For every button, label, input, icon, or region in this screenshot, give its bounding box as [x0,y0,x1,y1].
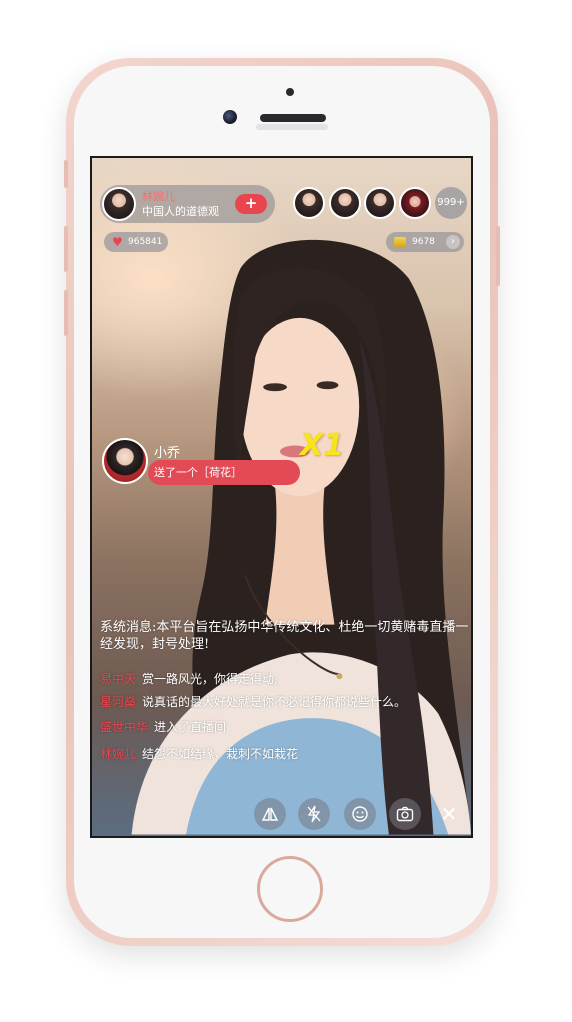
chat-text: 进入了直播间 [154,720,227,734]
coin-stack-icon [394,237,406,247]
flash-off-button[interactable] [298,798,330,830]
chat-nick[interactable]: 盛世中华 [100,720,148,734]
coins-value: 9678 [412,237,435,247]
beauty-filter-button[interactable] [344,798,376,830]
likes-value: 965841 [128,237,163,247]
gift-sender-avatar[interactable] [102,438,148,484]
viewer-avatar[interactable] [399,187,431,219]
heart-icon: ♥ [112,235,123,249]
system-message: 系统消息:本平台旨在弘扬中华传统文化、杜绝一切黄赌毒直播一经发现，封号处理! [100,620,469,652]
earpiece-shadow [256,124,328,130]
host-info-pill[interactable]: 林婉儿 中国人的道德观 + [100,185,275,223]
chat-message: 星河燊 说真话的最大好处就是你不必记得你都说些什么。 [100,693,406,710]
chat-nick[interactable]: 易中天 [100,672,136,686]
volume-down-button[interactable] [64,290,68,336]
chat-nick[interactable]: 星河燊 [100,695,136,709]
power-button[interactable] [496,226,500,286]
coins-counter[interactable]: 9678 › [386,232,464,252]
chat-text: 说真话的最大好处就是你不必记得你都说些什么。 [142,695,407,709]
mirror-flip-button[interactable] [254,798,286,830]
host-subtitle: 中国人的道德观 [142,205,219,218]
mute-switch[interactable] [64,160,68,188]
proximity-sensor [286,88,294,96]
volume-up-button[interactable] [64,226,68,272]
mirror-flip-icon [261,807,279,821]
home-button[interactable] [257,856,323,922]
gift-message-banner: 送了一个［荷花］ [148,460,300,485]
viewer-count-button[interactable]: 999+ [435,187,467,219]
host-avatar[interactable] [102,187,136,221]
earpiece-speaker [260,114,326,122]
live-stream-screen: 林婉儿 中国人的道德观 + 999+ ♥ 965841 9678 › 小乔 送了… [90,156,473,838]
likes-counter: ♥ 965841 [104,232,168,252]
flash-off-icon [307,805,321,823]
chat-text: 赏一路风光，你得走得动; [142,672,279,686]
smiley-icon [352,806,368,822]
chevron-right-icon[interactable]: › [446,235,460,249]
viewer-avatar[interactable] [293,187,325,219]
chat-message: 林婉儿 结怨不如结缘，栽刺不如栽花 [100,745,298,762]
close-button[interactable]: ✕ [434,799,464,829]
chat-message: 盛世中华 进入了直播间 [100,718,226,735]
switch-camera-button[interactable] [389,798,421,830]
chat-nick[interactable]: 林婉儿 [100,747,136,761]
gift-combo-count: X1 [300,428,345,463]
viewer-avatar[interactable] [329,187,361,219]
follow-button[interactable]: + [235,194,267,214]
chat-text: 结怨不如结缘，栽刺不如栽花 [142,747,299,761]
host-name: 林婉儿 [142,190,175,203]
viewer-avatar[interactable] [364,187,396,219]
chat-message: 易中天 赏一路风光，你得走得动; [100,670,278,687]
gift-sender-name: 小乔 [154,446,181,461]
camera-icon [396,806,414,822]
front-camera-icon [223,110,237,124]
